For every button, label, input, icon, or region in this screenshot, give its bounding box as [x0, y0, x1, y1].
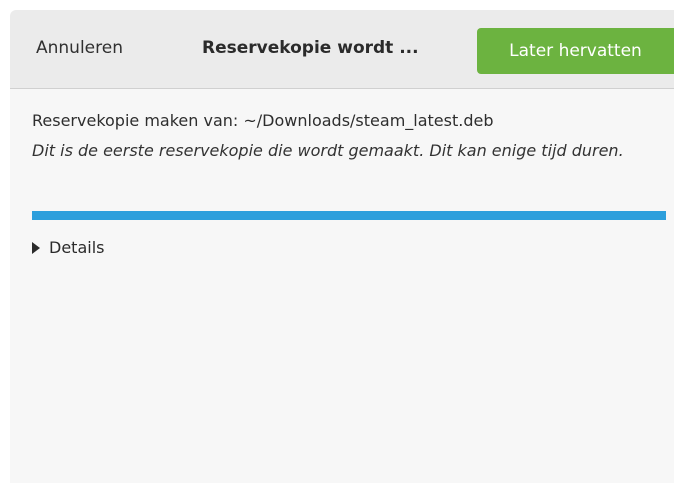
first-backup-note: Dit is de eerste reservekopie die wordt … — [32, 141, 624, 160]
resume-later-button[interactable]: Later hervatten — [477, 28, 674, 74]
header-bar: Annuleren Reservekopie wordt ... Later h… — [10, 10, 674, 89]
backup-dialog: Annuleren Reservekopie wordt ... Later h… — [10, 10, 674, 483]
backup-progress-bar — [32, 211, 666, 220]
backup-source-label: Reservekopie maken van: ~/Downloads/stea… — [32, 111, 494, 130]
cancel-button[interactable]: Annuleren — [32, 28, 127, 68]
progress-fill — [32, 211, 666, 220]
details-expander[interactable]: Details — [32, 237, 104, 259]
backup-info: Reservekopie maken van: ~/Downloads/stea… — [32, 110, 666, 162]
triangle-right-icon — [32, 242, 40, 254]
dialog-title: Reservekopie wordt ... — [202, 38, 419, 58]
details-label: Details — [49, 238, 105, 257]
